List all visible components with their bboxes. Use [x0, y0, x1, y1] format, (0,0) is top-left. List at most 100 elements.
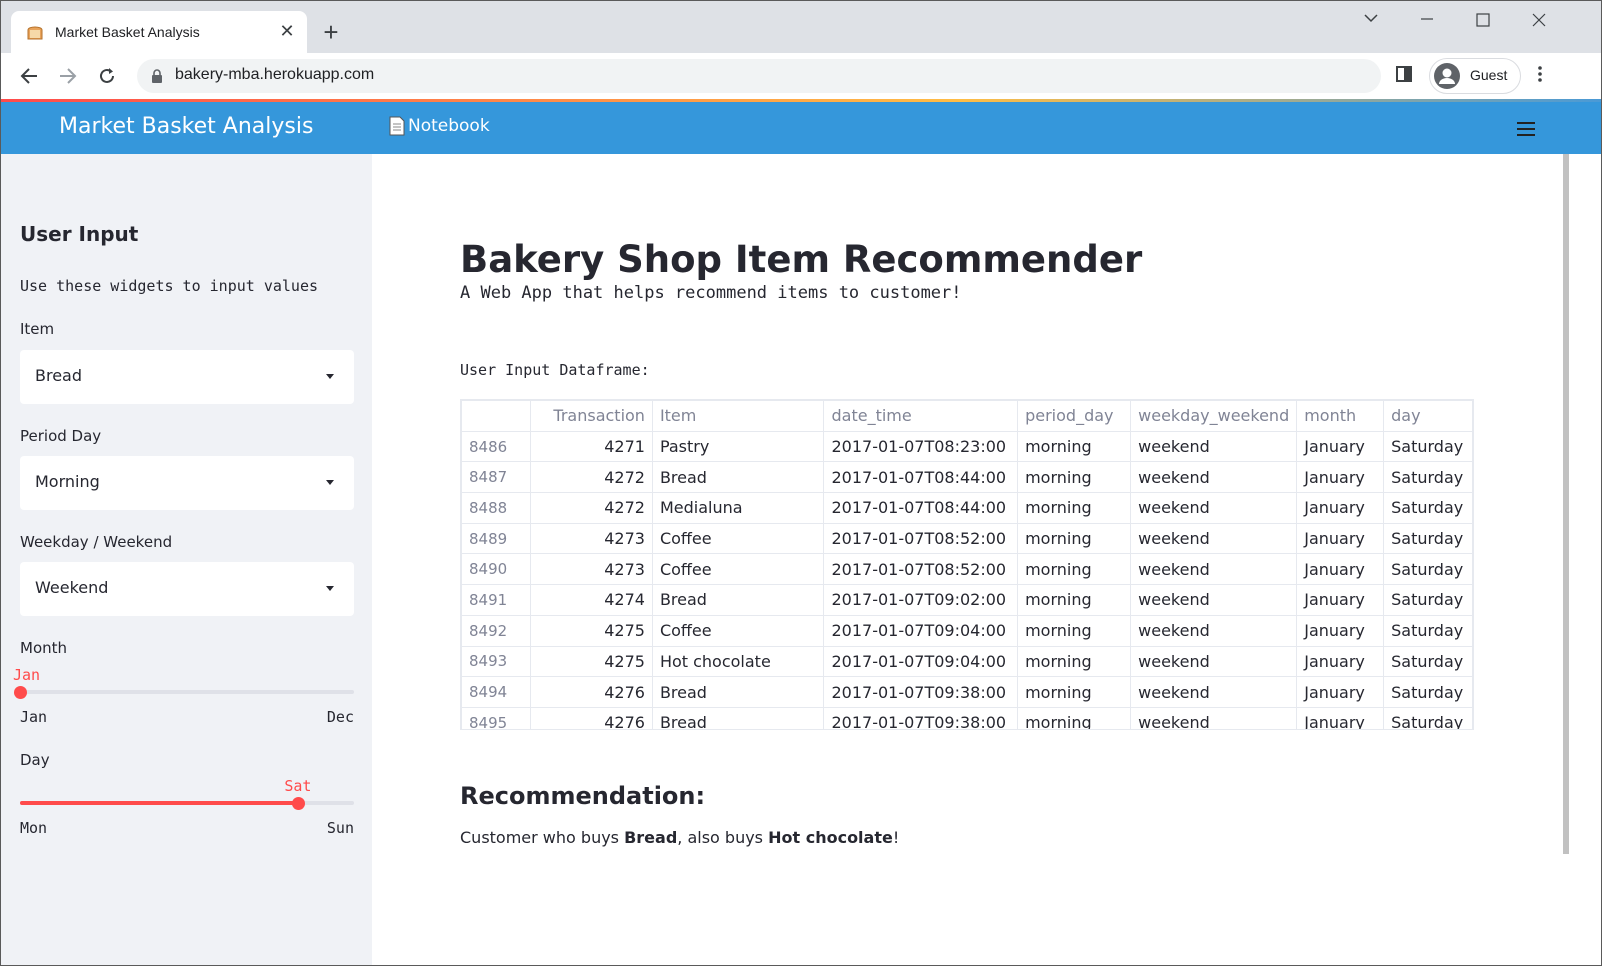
table-column-header[interactable]: weekday_weekend [1130, 400, 1298, 432]
row-index[interactable]: 8486 [461, 430, 531, 463]
table-cell[interactable]: January [1296, 676, 1385, 708]
period-day-select[interactable]: Morning [20, 456, 354, 510]
table-cell[interactable]: morning [1017, 461, 1132, 494]
table-cell[interactable]: Coffee [651, 614, 825, 647]
table-cell[interactable]: morning [1017, 645, 1132, 678]
table-cell[interactable]: Medialuna [651, 492, 825, 524]
table-cell[interactable]: Saturday [1383, 584, 1473, 616]
tab-search-icon[interactable] [1351, 9, 1391, 33]
table-cell[interactable]: January [1296, 553, 1385, 586]
new-tab-button[interactable]: + [317, 19, 345, 47]
table-cell[interactable]: 4275 [529, 614, 653, 647]
table-cell[interactable]: January [1296, 461, 1385, 494]
table-cell[interactable]: Bread [651, 706, 825, 729]
dataframe-table[interactable]: Transaction Item date_time period_day weekda… [460, 399, 1474, 730]
profile-button[interactable]: Guest [1429, 58, 1521, 94]
table-cell[interactable]: Saturday [1383, 492, 1473, 524]
table-cell[interactable]: 4276 [529, 676, 653, 708]
forward-icon[interactable] [54, 62, 82, 90]
minimize-icon[interactable] [1407, 9, 1447, 33]
table-cell[interactable]: 2017-01-07T09:38:00 [823, 676, 1019, 708]
table-cell[interactable]: January [1296, 522, 1385, 555]
table-column-header[interactable]: period_day [1017, 400, 1132, 432]
table-cell[interactable]: weekend [1130, 522, 1298, 555]
table-cell[interactable]: Saturday [1383, 522, 1473, 555]
table-cell[interactable]: 2017-01-07T09:02:00 [823, 584, 1019, 616]
browser-tab[interactable]: Market Basket Analysis ✕ [11, 11, 307, 53]
tab-close-icon[interactable]: ✕ [275, 19, 299, 43]
table-cell[interactable]: 2017-01-07T09:38:00 [823, 706, 1019, 729]
weekday-weekend-select[interactable]: Weekend [20, 562, 354, 616]
browser-menu-icon[interactable] [1537, 65, 1543, 88]
table-cell[interactable]: 4276 [529, 706, 653, 729]
row-index[interactable]: 8487 [461, 461, 531, 494]
table-column-header[interactable]: date_time [823, 400, 1019, 432]
table-cell[interactable]: weekend [1130, 645, 1298, 678]
table-cell[interactable]: weekend [1130, 492, 1298, 524]
table-cell[interactable]: 4273 [529, 522, 653, 555]
table-cell[interactable]: January [1296, 492, 1385, 524]
table-cell[interactable]: 4271 [529, 430, 653, 463]
close-window-icon[interactable] [1519, 9, 1559, 33]
table-cell[interactable]: 2017-01-07T08:44:00 [823, 461, 1019, 494]
table-cell[interactable]: Saturday [1383, 645, 1473, 678]
table-cell[interactable]: Coffee [651, 522, 825, 555]
table-column-header[interactable]: month [1296, 400, 1385, 432]
month-slider[interactable] [13, 686, 354, 699]
row-index[interactable]: 8494 [461, 676, 531, 708]
table-cell[interactable]: 4275 [529, 645, 653, 678]
table-cell[interactable]: Bread [651, 461, 825, 494]
table-cell[interactable]: morning [1017, 706, 1132, 729]
table-cell[interactable]: morning [1017, 492, 1132, 524]
table-cell[interactable]: Saturday [1383, 706, 1473, 729]
table-cell[interactable]: weekend [1130, 614, 1298, 647]
table-cell[interactable]: morning [1017, 430, 1132, 463]
month-slider-thumb[interactable] [13, 686, 27, 699]
table-cell[interactable]: 2017-01-07T09:04:00 [823, 645, 1019, 678]
table-cell[interactable]: weekend [1130, 461, 1298, 494]
table-cell[interactable]: 2017-01-07T08:52:00 [823, 522, 1019, 555]
page-scrollbar[interactable] [1563, 154, 1569, 854]
hamburger-menu-icon[interactable] [1517, 122, 1535, 136]
table-column-header[interactable]: Item [651, 400, 825, 432]
row-index[interactable]: 8491 [461, 584, 531, 616]
table-cell[interactable]: 4273 [529, 553, 653, 586]
table-cell[interactable]: Coffee [651, 553, 825, 586]
row-index[interactable]: 8489 [461, 522, 531, 555]
table-cell[interactable]: January [1296, 614, 1385, 647]
table-cell[interactable]: morning [1017, 522, 1132, 555]
reload-icon[interactable] [93, 62, 121, 90]
address-bar[interactable]: bakery-mba.herokuapp.com [137, 59, 1381, 93]
table-cell[interactable]: morning [1017, 676, 1132, 708]
table-cell[interactable]: morning [1017, 553, 1132, 586]
row-index[interactable]: 8488 [461, 492, 531, 524]
table-cell[interactable]: 4272 [529, 492, 653, 524]
table-cell[interactable]: Bread [651, 584, 825, 616]
table-cell[interactable]: 2017-01-07T09:04:00 [823, 614, 1019, 647]
table-cell[interactable]: weekend [1130, 706, 1298, 729]
table-column-header[interactable]: Transaction [529, 400, 653, 432]
table-cell[interactable]: 2017-01-07T08:44:00 [823, 492, 1019, 524]
table-cell[interactable]: weekend [1130, 430, 1298, 463]
table-cell[interactable]: weekend [1130, 584, 1298, 616]
table-column-header[interactable] [461, 400, 531, 432]
table-cell[interactable]: weekend [1130, 676, 1298, 708]
table-cell[interactable]: morning [1017, 584, 1132, 616]
table-cell[interactable]: Saturday [1383, 553, 1473, 586]
item-select[interactable]: Bread [20, 350, 354, 404]
row-index[interactable]: 8493 [461, 645, 531, 678]
row-index[interactable]: 8490 [461, 553, 531, 586]
table-cell[interactable]: 4274 [529, 584, 653, 616]
table-cell[interactable]: 2017-01-07T08:52:00 [823, 553, 1019, 586]
table-cell[interactable]: morning [1017, 614, 1132, 647]
row-index[interactable]: 8495 [461, 706, 531, 729]
table-cell[interactable]: January [1296, 430, 1385, 463]
row-index[interactable]: 8492 [461, 614, 531, 647]
table-cell[interactable]: Saturday [1383, 461, 1473, 494]
table-cell[interactable]: Pastry [651, 430, 825, 463]
table-cell[interactable]: weekend [1130, 553, 1298, 586]
table-cell[interactable]: Saturday [1383, 614, 1473, 647]
app-title[interactable]: Market Basket Analysis [59, 114, 313, 139]
table-cell[interactable]: January [1296, 584, 1385, 616]
table-cell[interactable]: January [1296, 645, 1385, 678]
